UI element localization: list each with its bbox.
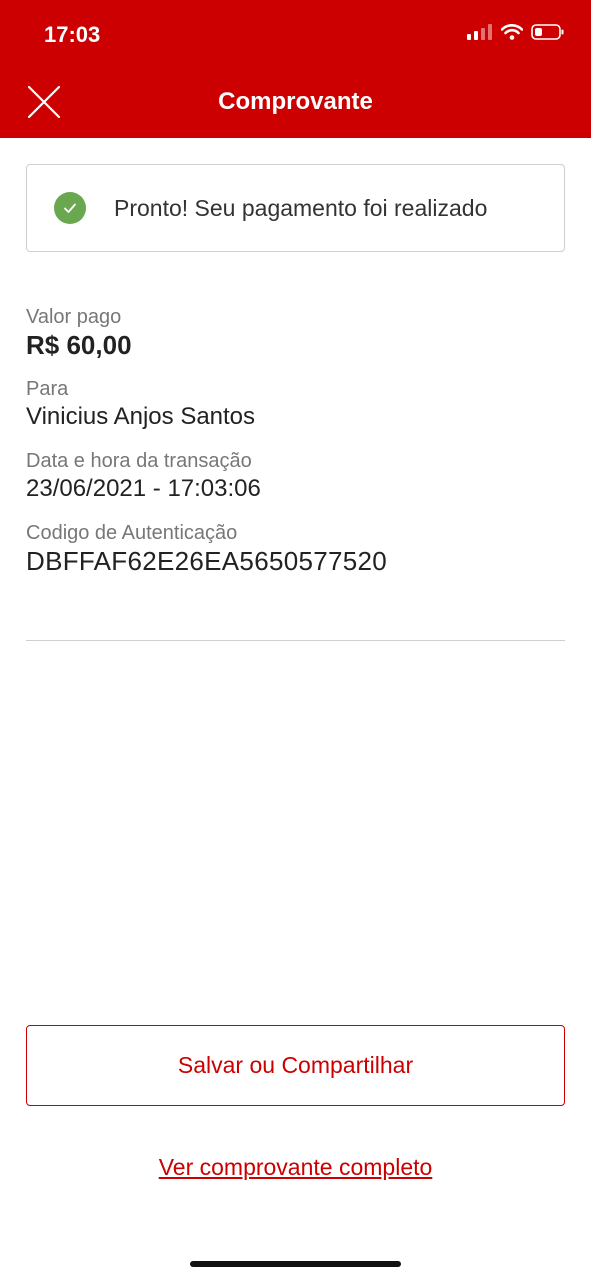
recipient-value: Vinicius Anjos Santos (26, 403, 256, 430)
status-bar: 17:03 (0, 0, 591, 70)
recipient-label: Para (26, 378, 69, 400)
success-banner: Pronto! Seu pagamento foi realizado (26, 164, 565, 252)
amount-label: Valor pago (26, 306, 122, 328)
auth-code-value: DBFFAF62E26EA5650577520 (26, 546, 388, 576)
cellular-signal-icon (467, 24, 492, 40)
datetime-label: Data e hora da transação (26, 450, 252, 472)
amount-value: R$ 60,00 (26, 330, 132, 360)
battery-icon (531, 24, 564, 40)
home-indicator[interactable] (190, 1261, 401, 1267)
success-message: Pronto! Seu pagamento foi realizado (114, 194, 488, 221)
save-or-share-button[interactable]: Salvar ou Compartilhar (26, 1025, 565, 1106)
amount-field: Valor pago R$ 60,00 (26, 304, 565, 360)
status-icons (467, 24, 565, 40)
datetime-field: Data e hora da transação 23/06/2021 - 17… (26, 448, 565, 504)
recipient-field: Para Vinicius Anjos Santos (26, 376, 565, 432)
details-divider (26, 640, 565, 641)
header-bar: 17:03 Comprovante (0, 0, 591, 138)
check-circle-icon (54, 192, 86, 224)
datetime-value: 23/06/2021 - 17:03:06 (26, 475, 261, 502)
status-time: 17:03 (44, 22, 101, 47)
receipt-screen: 17:03 Comprovante Pronto! Seu pagamento … (0, 0, 591, 1280)
page-title: Comprovante (218, 88, 373, 115)
wifi-icon (501, 24, 523, 40)
payment-details: Valor pago R$ 60,00 Para Vinicius Anjos … (26, 304, 565, 592)
auth-code-field: Codigo de Autenticação DBFFAF62E26EA5650… (26, 520, 565, 576)
auth-code-label: Codigo de Autenticação (26, 522, 238, 544)
view-full-receipt-link[interactable]: Ver comprovante completo (0, 1154, 591, 1181)
